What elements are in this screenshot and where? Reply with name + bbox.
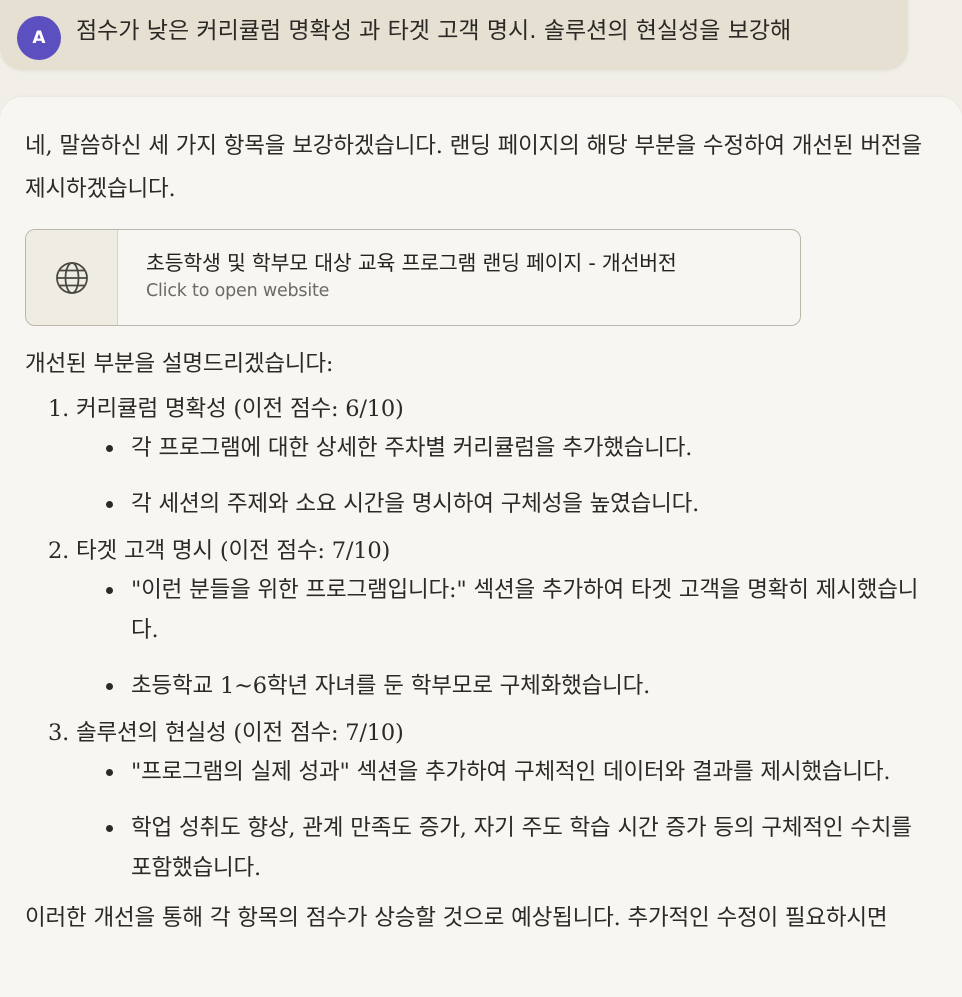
section-title: 2. 타겟 고객 명시 (이전 점수: 7/10) bbox=[48, 538, 391, 564]
bullet-dot bbox=[106, 501, 113, 508]
globe-icon bbox=[26, 230, 118, 325]
assistant-response-content: 네, 말씀하신 세 가지 항목을 보강하겠습니다. 랜딩 페이지의 해당 부분을… bbox=[25, 125, 940, 938]
artifact-title: 초등학생 및 학부모 대상 교육 프로그램 랜딩 페이지 - 개선버전 bbox=[146, 251, 677, 275]
user-message-bubble: A 점수가 낮은 커리큘럼 명확성 과 타겟 고객 명시. 솔루션의 현실성을 … bbox=[0, 0, 908, 70]
response-lead: 개선된 부분을 설명드리겠습니다: bbox=[25, 351, 334, 377]
list-item: 학업 성취도 향상, 관계 만족도 증가, 자기 주도 학습 시간 증가 등의 … bbox=[106, 808, 940, 888]
section-target-customer: 2. 타겟 고객 명시 (이전 점수: 7/10) "이런 분들을 위한 프로그… bbox=[48, 532, 940, 706]
section-curriculum: 1. 커리큘럼 명확성 (이전 점수: 6/10) 각 프로그램에 대한 상세한… bbox=[48, 390, 940, 524]
list-item: "프로그램의 실제 성과" 섹션을 추가하여 구체적인 데이터와 결과를 제시했… bbox=[106, 752, 940, 792]
artifact-open-link[interactable]: Click to open website bbox=[146, 278, 677, 304]
bullet-dot bbox=[106, 445, 113, 452]
bullet-list: "프로그램의 실제 성과" 섹션을 추가하여 구체적인 데이터와 결과를 제시했… bbox=[48, 752, 940, 888]
list-item: 각 프로그램에 대한 상세한 주차별 커리큘럼을 추가했습니다. bbox=[106, 428, 940, 468]
list-item: 초등학교 1~6학년 자녀를 둔 학부모로 구체화했습니다. bbox=[106, 666, 940, 706]
section-title: 3. 솔루션의 현실성 (이전 점수: 7/10) bbox=[48, 720, 404, 746]
user-message-text: 점수가 낮은 커리큘럼 명확성 과 타겟 고객 명시. 솔루션의 현실성을 보강… bbox=[76, 18, 792, 44]
list-item: 각 세션의 주제와 소요 시간을 명시하여 구체성을 높였습니다. bbox=[106, 484, 940, 524]
response-intro: 네, 말씀하신 세 가지 항목을 보강하겠습니다. 랜딩 페이지의 해당 부분을… bbox=[25, 133, 922, 202]
list-item: "이런 분들을 위한 프로그램입니다:" 섹션을 추가하여 타겟 고객을 명확히… bbox=[106, 570, 940, 650]
section-title: 1. 커리큘럼 명확성 (이전 점수: 6/10) bbox=[48, 396, 404, 422]
bullet-dot bbox=[106, 825, 113, 832]
section-solution-realism: 3. 솔루션의 현실성 (이전 점수: 7/10) "프로그램의 실제 성과" … bbox=[48, 714, 940, 888]
bullet-list: "이런 분들을 위한 프로그램입니다:" 섹션을 추가하여 타겟 고객을 명확히… bbox=[48, 570, 940, 706]
bullet-dot bbox=[106, 769, 113, 776]
bullet-list: 각 프로그램에 대한 상세한 주차별 커리큘럼을 추가했습니다. 각 세션의 주… bbox=[48, 428, 940, 524]
user-avatar: A bbox=[17, 16, 61, 60]
bullet-dot bbox=[106, 587, 113, 594]
bullet-dot bbox=[106, 683, 113, 690]
response-trailing-text: 이러한 개선을 통해 각 항목의 점수가 상승할 것으로 예상됩니다. 추가적인… bbox=[25, 905, 888, 931]
artifact-card[interactable]: 초등학생 및 학부모 대상 교육 프로그램 랜딩 페이지 - 개선버전 Clic… bbox=[25, 229, 801, 326]
